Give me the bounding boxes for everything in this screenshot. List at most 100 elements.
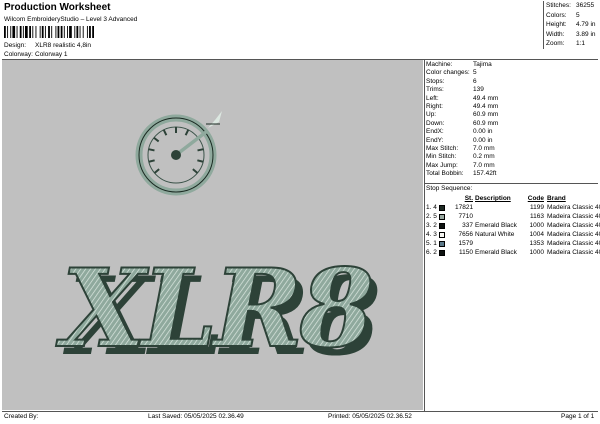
barcode-bar xyxy=(22,26,24,38)
barcode-bar xyxy=(69,26,72,38)
col-brand: Brand xyxy=(547,195,566,202)
summary-row: Colors: 5 xyxy=(546,11,580,19)
stop-number: 6. 2 xyxy=(426,249,437,256)
gauge-tick xyxy=(153,136,160,143)
summary-left-border xyxy=(543,1,544,49)
barcode-bar xyxy=(39,26,41,38)
gauge-tick xyxy=(148,148,155,152)
thread-description: Emerald Black xyxy=(475,222,517,229)
color-swatch xyxy=(439,205,445,211)
thread-description: Natural White xyxy=(475,231,515,238)
col-code: Code xyxy=(527,195,544,202)
gauge-tick xyxy=(197,148,204,152)
summary-row: Height: 4.79 in xyxy=(546,21,596,28)
info-row: Machine: Tajima xyxy=(426,61,598,69)
stop-row: 3. 2 337 Emerald Black 1000 Madeira Classic … xyxy=(426,222,600,231)
barcode-bar xyxy=(51,26,53,38)
thread-code: 1353 xyxy=(529,240,544,247)
printed-date: Printed: 05/05/2025 02.36.52 xyxy=(328,413,412,420)
stop-row: 2. 5 7710 1163 Madeira Classic 40 xyxy=(426,213,600,222)
barcode-bar xyxy=(16,26,18,38)
barcode-bar xyxy=(92,26,94,38)
barcode-bar xyxy=(67,26,68,38)
gauge-tick xyxy=(197,159,204,163)
software-name: Wilcom EmbroideryStudio – Level 3 Advanc… xyxy=(4,16,138,23)
barcode-bar xyxy=(7,26,9,38)
info-label: Max Jump: xyxy=(426,161,458,169)
stop-sequence-title: Stop Sequence: xyxy=(426,185,473,192)
last-saved: Last Saved: 05/05/2025 02.36.49 xyxy=(148,413,244,420)
info-label: EndY: xyxy=(426,136,444,144)
color-swatch xyxy=(439,250,445,256)
barcode xyxy=(4,26,94,38)
info-row: EndY: 0.00 in xyxy=(426,137,598,145)
info-label: Left: xyxy=(426,94,439,102)
colorway-field: Colorway: Colorway 1 xyxy=(4,51,68,58)
info-row: Down: 60.9 mm xyxy=(426,120,598,128)
col-st: St. xyxy=(464,195,473,202)
stitch-count: 337 xyxy=(462,222,473,229)
design-value: XLR8 realistic 4,8in xyxy=(35,42,91,49)
stitch-count: 7656 xyxy=(458,231,473,238)
barcode-bar xyxy=(60,26,63,38)
color-swatch xyxy=(439,241,445,247)
barcode-bar xyxy=(48,26,50,38)
color-swatch xyxy=(439,223,445,229)
gauge-tick xyxy=(192,168,199,174)
info-row: Min Stitch: 0.2 mm xyxy=(426,153,598,161)
thread-brand: Madeira Classic 40 xyxy=(547,204,600,211)
colorway-value: Colorway 1 xyxy=(35,51,68,58)
info-value: 5 xyxy=(473,69,477,77)
stop-sequence: Stop Sequence: St. Description Code Bran… xyxy=(426,185,600,258)
info-row: Max Stitch: 7.0 mm xyxy=(426,145,598,153)
barcode-bar xyxy=(25,26,28,38)
info-label: Total Bobbin: xyxy=(426,170,464,178)
stops-divider xyxy=(424,183,598,184)
stitch-count: 7710 xyxy=(458,213,473,220)
barcode-bar xyxy=(4,26,6,38)
logo-text: XLR8 xyxy=(56,246,372,372)
barcode-bar xyxy=(10,26,12,38)
info-row: EndX: 0.00 in xyxy=(426,128,598,136)
barcode-bar xyxy=(57,26,60,38)
design-field: Design: XLR8 realistic 4,8in xyxy=(4,42,91,49)
footer-divider xyxy=(2,411,598,412)
barcode-bar xyxy=(74,26,76,38)
worksheet-title: Production Worksheet xyxy=(4,2,111,13)
summary-box: Stitches: 36255 Colors: 5 Height: 4.79 in W… xyxy=(543,2,599,50)
thread-description: Emerald Black xyxy=(475,249,517,256)
thread-brand: Madeira Classic 40 xyxy=(547,222,600,229)
info-row: Color changes: 5 xyxy=(426,69,598,77)
design-label: Design: xyxy=(4,42,27,49)
barcode-bar xyxy=(29,26,31,38)
stop-number: 5. 1 xyxy=(426,240,437,247)
info-row: Left: 49.4 mm xyxy=(426,95,598,103)
info-value: 49.4 mm xyxy=(473,102,499,110)
thread-code: 1000 xyxy=(529,222,544,229)
xlr8-logo: XLR8 XLR8 xyxy=(55,245,383,380)
thread-code: 1000 xyxy=(529,249,544,256)
thread-code: 1004 xyxy=(529,231,544,238)
barcode-bar xyxy=(82,26,84,38)
info-row: Trims: 139 xyxy=(426,86,598,94)
info-row: Stops: 6 xyxy=(426,78,598,86)
stop-number: 2. 5 xyxy=(426,213,437,220)
barcode-bar xyxy=(44,26,46,38)
stop-row: 1. 4 17821 1199 Madeira Classic 40 xyxy=(426,204,600,213)
thread-brand: Madeira Classic 40 xyxy=(547,240,600,247)
stop-row: 4. 3 7656 Natural White 1004 Madeira Classic… xyxy=(426,231,600,240)
thread-code: 1163 xyxy=(530,213,544,220)
info-label: Max Stitch: xyxy=(426,144,459,152)
summary-row: Width: 3.89 in xyxy=(546,30,596,38)
machine-info: Machine: Tajima Color changes: 5 Stops: 6 Trim… xyxy=(426,61,598,178)
stop-number: 1. 4 xyxy=(426,204,437,211)
page-number: Page 1 of 1 xyxy=(561,413,595,420)
barcode-bar xyxy=(76,26,79,38)
embroidery-design: XLR8 XLR8 xyxy=(55,111,383,380)
thread-brand: Madeira Classic 40 xyxy=(547,249,600,256)
info-value: 6 xyxy=(473,77,477,85)
gauge-tick xyxy=(184,129,190,136)
gauge-tick xyxy=(153,168,160,174)
info-value: 0.00 in xyxy=(473,128,493,136)
barcode-bar xyxy=(79,26,81,38)
